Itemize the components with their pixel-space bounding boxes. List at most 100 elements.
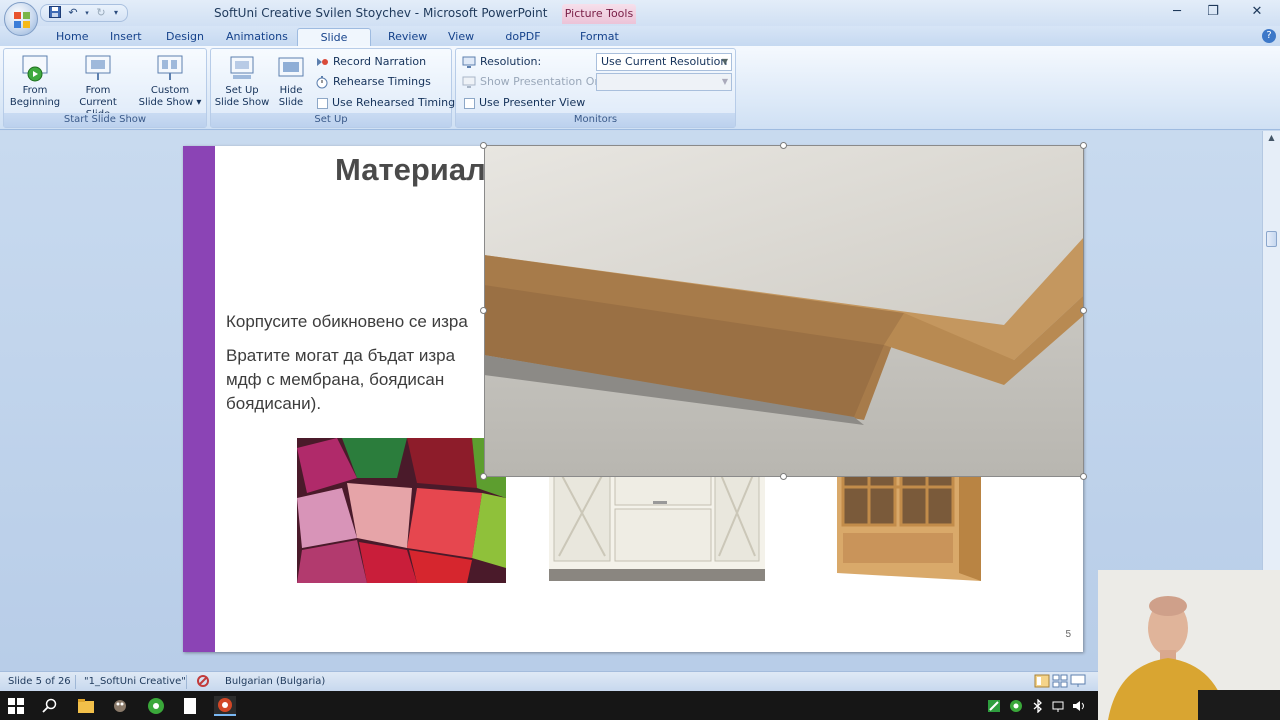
restore-button[interactable]: ❐ bbox=[1198, 3, 1228, 21]
bluetooth-icon[interactable] bbox=[1028, 696, 1048, 716]
slide-title[interactable]: Материал bbox=[335, 152, 486, 188]
hide-slide-button[interactable]: Hide Slide bbox=[273, 53, 309, 109]
slide-position-status: Slide 5 of 26 bbox=[8, 676, 71, 687]
use-rehearsed-timings-label: Use Rehearsed Timings bbox=[332, 96, 461, 109]
tab-slide-show[interactable]: Slide Show bbox=[297, 28, 371, 61]
use-rehearsed-timings-check[interactable] bbox=[317, 97, 328, 109]
resolution-label: Resolution: bbox=[480, 55, 542, 68]
tab-home[interactable]: Home bbox=[48, 28, 94, 47]
stopwatch-icon bbox=[316, 76, 328, 89]
use-presenter-view-label: Use Presenter View bbox=[479, 96, 586, 109]
slide-show-view-icon[interactable] bbox=[1070, 674, 1086, 691]
custom-show-icon bbox=[157, 55, 183, 80]
windows-start-icon[interactable] bbox=[6, 696, 26, 716]
status-divider bbox=[186, 675, 187, 689]
tray-search-app-icon[interactable] bbox=[1006, 696, 1026, 716]
tray-green-app-icon[interactable] bbox=[984, 696, 1004, 716]
resize-handle-top-left[interactable] bbox=[480, 142, 487, 149]
scroll-up-icon[interactable]: ▲ bbox=[1263, 131, 1280, 145]
customize-qat-icon[interactable]: ▾ bbox=[111, 6, 121, 20]
show-presentation-on-label: Show Presentation On: bbox=[480, 75, 606, 88]
rehearse-timings-button[interactable]: Rehearse Timings bbox=[315, 73, 431, 91]
search-icon[interactable] bbox=[40, 696, 60, 716]
tab-animations[interactable]: Animations bbox=[218, 28, 290, 47]
office-button[interactable] bbox=[4, 2, 38, 36]
undo-icon[interactable]: ↶ bbox=[65, 6, 81, 20]
from-current-slide-button[interactable]: From Current Slide bbox=[66, 53, 130, 121]
tab-view[interactable]: View bbox=[440, 28, 480, 47]
status-bar: Slide 5 of 26 "1_SoftUni Creative" Bulga… bbox=[0, 671, 1280, 691]
custom-slide-show-button[interactable]: Custom Slide Show ▾ bbox=[138, 53, 202, 109]
tab-review[interactable]: Review bbox=[380, 28, 430, 47]
set-up-slide-show-button[interactable]: Set Up Slide Show bbox=[213, 53, 271, 109]
monitor-icon bbox=[462, 56, 476, 68]
file-explorer-icon[interactable] bbox=[76, 696, 96, 716]
theme-status[interactable]: "1_SoftUni Creative" bbox=[84, 676, 186, 687]
picture-tools-context-label: Picture Tools bbox=[562, 4, 636, 24]
undo-dropdown-icon[interactable]: ▾ bbox=[83, 6, 91, 20]
resolution-dropdown[interactable]: Use Current Resolution ▼ bbox=[596, 53, 732, 71]
spelling-icon[interactable] bbox=[196, 674, 210, 691]
save-icon[interactable] bbox=[47, 6, 63, 20]
window-title: SoftUni Creative Svilen Stoychev - Micro… bbox=[214, 6, 548, 20]
minimize-button[interactable]: ─ bbox=[1162, 3, 1192, 21]
rehearse-timings-label: Rehearse Timings bbox=[333, 75, 431, 88]
ribbon-tab-bar: Home Insert Design Animations Slide Show… bbox=[0, 26, 1280, 61]
network-icon[interactable] bbox=[1048, 696, 1068, 716]
tab-design[interactable]: Design bbox=[158, 28, 206, 47]
record-narration-label: Record Narration bbox=[333, 55, 427, 68]
record-narration-icon bbox=[317, 58, 328, 66]
from-beginning-label: From Beginning bbox=[9, 85, 61, 108]
redo-icon[interactable]: ↻ bbox=[93, 6, 109, 20]
show-presentation-on-row: Show Presentation On: bbox=[462, 73, 605, 91]
from-beginning-button[interactable]: From Beginning bbox=[6, 53, 64, 109]
chevron-down-icon: ▼ bbox=[721, 57, 728, 66]
close-button[interactable]: ✕ bbox=[1242, 3, 1272, 21]
language-status[interactable]: Bulgarian (Bulgaria) bbox=[225, 676, 325, 687]
resize-handle-left[interactable] bbox=[480, 307, 487, 314]
use-rehearsed-timings-checkbox[interactable]: Use Rehearsed Timings bbox=[317, 94, 461, 112]
title-bar: ↶ ▾ ↻ ▾ SoftUni Creative Svilen Stoychev… bbox=[0, 0, 1280, 28]
tab-dopdf[interactable]: doPDF 11 bbox=[492, 28, 554, 60]
resolution-value: Use Current Resolution bbox=[601, 55, 728, 68]
chevron-down-icon: ▼ bbox=[721, 77, 728, 86]
office-logo-icon bbox=[14, 12, 30, 28]
document-icon[interactable] bbox=[180, 696, 200, 716]
hide-slide-label: Hide Slide bbox=[278, 85, 304, 108]
gimp-icon[interactable] bbox=[110, 696, 130, 716]
group-label-set-up: Set Up bbox=[211, 113, 451, 127]
record-narration-button[interactable]: Record Narration bbox=[315, 53, 426, 71]
tab-insert[interactable]: Insert bbox=[102, 28, 146, 47]
group-start-slide-show: From Beginning From Current Slide Custom… bbox=[3, 48, 207, 128]
resize-handle-top-right[interactable] bbox=[1080, 142, 1087, 149]
resize-handle-bottom-right[interactable] bbox=[1080, 473, 1087, 480]
windows-taskbar bbox=[0, 691, 1280, 720]
resize-handle-top[interactable] bbox=[780, 142, 787, 149]
slide-paragraph-2-line-2[interactable]: мдф с мембрана, боядисан bbox=[226, 368, 444, 392]
slide-paragraph-2-line-3[interactable]: боядисани). bbox=[226, 392, 321, 416]
slide-sorter-icon[interactable] bbox=[1052, 674, 1068, 691]
group-monitors: Resolution: Use Current Resolution ▼ Sho… bbox=[455, 48, 736, 128]
slide-number: 5 bbox=[1065, 629, 1071, 640]
colored-panels-picture[interactable] bbox=[297, 438, 506, 583]
use-presenter-view-check[interactable] bbox=[464, 97, 475, 109]
camtasia-icon[interactable] bbox=[146, 696, 166, 716]
volume-icon[interactable] bbox=[1070, 696, 1090, 716]
show-presentation-on-dropdown[interactable]: ▼ bbox=[596, 73, 732, 91]
powerpoint-taskbar-icon[interactable] bbox=[214, 696, 236, 716]
resize-handle-bottom[interactable] bbox=[780, 473, 787, 480]
slide-paragraph-2-line-1[interactable]: Вратите могат да бъдат изра bbox=[226, 344, 455, 368]
use-presenter-view-checkbox[interactable]: Use Presenter View bbox=[464, 94, 585, 112]
slide-paragraph-1[interactable]: Корпусите обикновено се изра bbox=[226, 310, 468, 334]
quick-access-toolbar: ↶ ▾ ↻ ▾ bbox=[40, 4, 128, 22]
group-label-monitors: Monitors bbox=[456, 113, 735, 127]
help-icon[interactable]: ? bbox=[1262, 29, 1276, 43]
set-up-slide-show-label: Set Up Slide Show bbox=[214, 85, 270, 108]
resize-handle-right[interactable] bbox=[1080, 307, 1087, 314]
slide-current-icon bbox=[85, 55, 111, 80]
tab-format[interactable]: Format bbox=[572, 28, 626, 47]
scrollbar-thumb[interactable] bbox=[1266, 231, 1277, 247]
hide-slide-icon bbox=[278, 57, 304, 77]
normal-view-icon[interactable] bbox=[1034, 674, 1050, 691]
resize-handle-bottom-left[interactable] bbox=[480, 473, 487, 480]
